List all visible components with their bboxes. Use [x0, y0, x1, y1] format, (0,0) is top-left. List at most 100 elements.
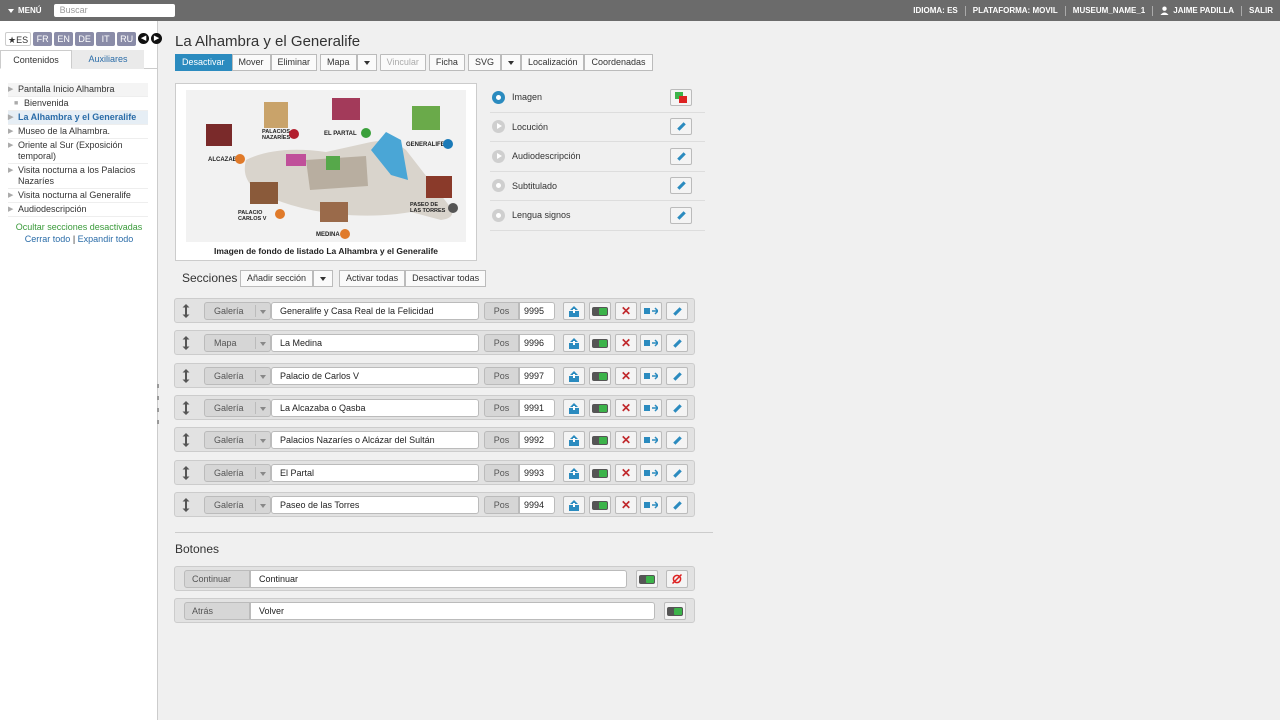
pos-input[interactable]: 9995 — [519, 302, 555, 320]
drag-handle-icon[interactable] — [181, 498, 191, 512]
section-type-select[interactable]: Galería — [204, 431, 271, 449]
delete-row-button[interactable]: ✕ — [615, 431, 637, 449]
edit-button[interactable] — [670, 147, 692, 165]
delete-row-button[interactable]: ✕ — [615, 334, 637, 352]
arrow-left-icon[interactable]: ◀ — [138, 33, 150, 44]
lang-tab-en[interactable]: EN — [54, 32, 74, 46]
radio-selected-icon[interactable] — [492, 90, 505, 104]
section-type-select[interactable]: Mapa — [204, 334, 271, 352]
tree-item-selected[interactable]: ▶ La Alhambra y el Generalife — [8, 111, 148, 125]
drag-handle-icon[interactable] — [181, 369, 191, 383]
button-text-input[interactable]: Continuar — [250, 570, 627, 588]
add-section-dropdown[interactable] — [313, 270, 334, 287]
move-row-button[interactable] — [640, 302, 662, 320]
expand-all-link[interactable]: Expandir todo — [78, 234, 134, 244]
add-section-button[interactable]: Añadir sección — [240, 270, 314, 287]
section-name-input[interactable]: El Partal — [271, 464, 479, 482]
move-row-button[interactable] — [640, 334, 662, 352]
toggle-button[interactable] — [589, 334, 611, 352]
toggle-button[interactable] — [589, 367, 611, 385]
deactivate-all-button[interactable]: Desactivar todas — [405, 270, 487, 287]
map-dropdown-button[interactable] — [356, 54, 377, 71]
upload-button[interactable] — [563, 334, 585, 352]
toggle-button[interactable] — [589, 496, 611, 514]
edit-button[interactable] — [670, 177, 692, 195]
delete-row-button[interactable]: ✕ — [615, 302, 637, 320]
edit-button[interactable] — [670, 206, 692, 224]
link-button[interactable]: Vincular — [379, 54, 426, 71]
toggle-button[interactable] — [589, 302, 611, 320]
delete-row-button[interactable]: ✕ — [615, 367, 637, 385]
activate-all-button[interactable]: Activar todas — [339, 270, 406, 287]
delete-row-button[interactable]: ✕ — [615, 496, 637, 514]
logout-link[interactable]: SALIR — [1241, 5, 1280, 16]
play-icon[interactable] — [492, 120, 505, 134]
drag-handle-icon[interactable] — [181, 336, 191, 350]
toggle-button[interactable] — [589, 464, 611, 482]
section-type-select[interactable]: Galería — [204, 399, 271, 417]
tree-item[interactable]: ▶ Audiodescripción — [8, 203, 148, 217]
lang-tab-de[interactable]: DE — [75, 32, 95, 46]
pos-input[interactable]: 9993 — [519, 464, 555, 482]
section-name-input[interactable]: Generalife y Casa Real de la Felicidad — [271, 302, 479, 320]
pos-input[interactable]: 9992 — [519, 431, 555, 449]
section-type-select[interactable]: Galería — [204, 496, 271, 514]
search-input[interactable]: Buscar — [53, 4, 175, 17]
upload-button[interactable] — [563, 431, 585, 449]
museum-selector[interactable]: MUSEUM_NAME_1 — [1064, 5, 1152, 16]
move-row-button[interactable] — [640, 367, 662, 385]
lang-tab-fr[interactable]: FR — [33, 32, 53, 46]
move-row-button[interactable] — [640, 431, 662, 449]
tree-item[interactable]: ▶ Museo de la Alhambra. — [8, 125, 148, 139]
lang-tab-ru[interactable]: RU — [117, 32, 137, 46]
drag-handle-icon[interactable] — [181, 433, 191, 447]
sheet-button[interactable]: Ficha — [428, 54, 465, 71]
user-menu[interactable]: JAIME PADILLA — [1152, 5, 1241, 16]
delete-row-button[interactable]: ✕ — [615, 399, 637, 417]
tree-item[interactable]: ▶ Pantalla Inicio Alhambra — [8, 83, 148, 97]
tree-item[interactable]: ▶ Oriente al Sur (Exposición temporal) — [8, 139, 148, 164]
section-name-input[interactable]: La Medina — [271, 334, 479, 352]
edit-button[interactable] — [670, 118, 692, 136]
edit-button[interactable] — [666, 302, 688, 320]
upload-button[interactable] — [563, 496, 585, 514]
pos-input[interactable]: 9991 — [519, 399, 555, 417]
svg-dropdown-button[interactable] — [500, 54, 521, 71]
drag-handle-icon[interactable] — [181, 401, 191, 415]
drag-handle-icon[interactable] — [181, 304, 191, 318]
upload-button[interactable] — [563, 399, 585, 417]
pos-input[interactable]: 9997 — [519, 367, 555, 385]
edit-button[interactable] — [666, 334, 688, 352]
upload-button[interactable] — [563, 302, 585, 320]
language-indicator[interactable]: IDIOMA: ES — [906, 6, 964, 16]
edit-button[interactable] — [666, 399, 688, 417]
radio-icon[interactable] — [492, 208, 505, 222]
edit-button[interactable] — [666, 367, 688, 385]
upload-button[interactable] — [563, 464, 585, 482]
move-row-button[interactable] — [640, 399, 662, 417]
tab-auxiliares[interactable]: Auxiliares — [72, 50, 144, 69]
pos-input[interactable]: 9994 — [519, 496, 555, 514]
move-row-button[interactable] — [640, 496, 662, 514]
map-button[interactable]: Mapa — [320, 54, 357, 71]
svg-button[interactable]: SVG — [467, 54, 501, 71]
toggle-button[interactable] — [589, 431, 611, 449]
menu-button[interactable]: MENÚ — [0, 0, 50, 21]
section-name-input[interactable]: Paseo de las Torres — [271, 496, 479, 514]
toggle-button[interactable] — [636, 570, 658, 588]
edit-button[interactable] — [666, 464, 688, 482]
lang-tab-es[interactable]: ★ES — [5, 32, 32, 46]
section-type-select[interactable]: Galería — [204, 464, 271, 482]
collapse-all-link[interactable]: Cerrar todo — [25, 234, 71, 244]
toggle-button[interactable] — [664, 602, 686, 620]
tree-item[interactable]: ▶ Visita nocturna a los Palacios Nazaríes — [8, 164, 148, 189]
unlink-button[interactable] — [666, 570, 688, 588]
section-name-input[interactable]: La Alcazaba o Qasba — [271, 399, 479, 417]
deactivate-button[interactable]: Desactivar — [175, 54, 232, 71]
move-row-button[interactable] — [640, 464, 662, 482]
upload-button[interactable] — [563, 367, 585, 385]
tree-item[interactable]: ■ Bienvenida — [8, 97, 148, 111]
pos-input[interactable]: 9996 — [519, 334, 555, 352]
drag-handle-icon[interactable] — [181, 466, 191, 480]
location-button[interactable]: Localización — [520, 54, 585, 71]
